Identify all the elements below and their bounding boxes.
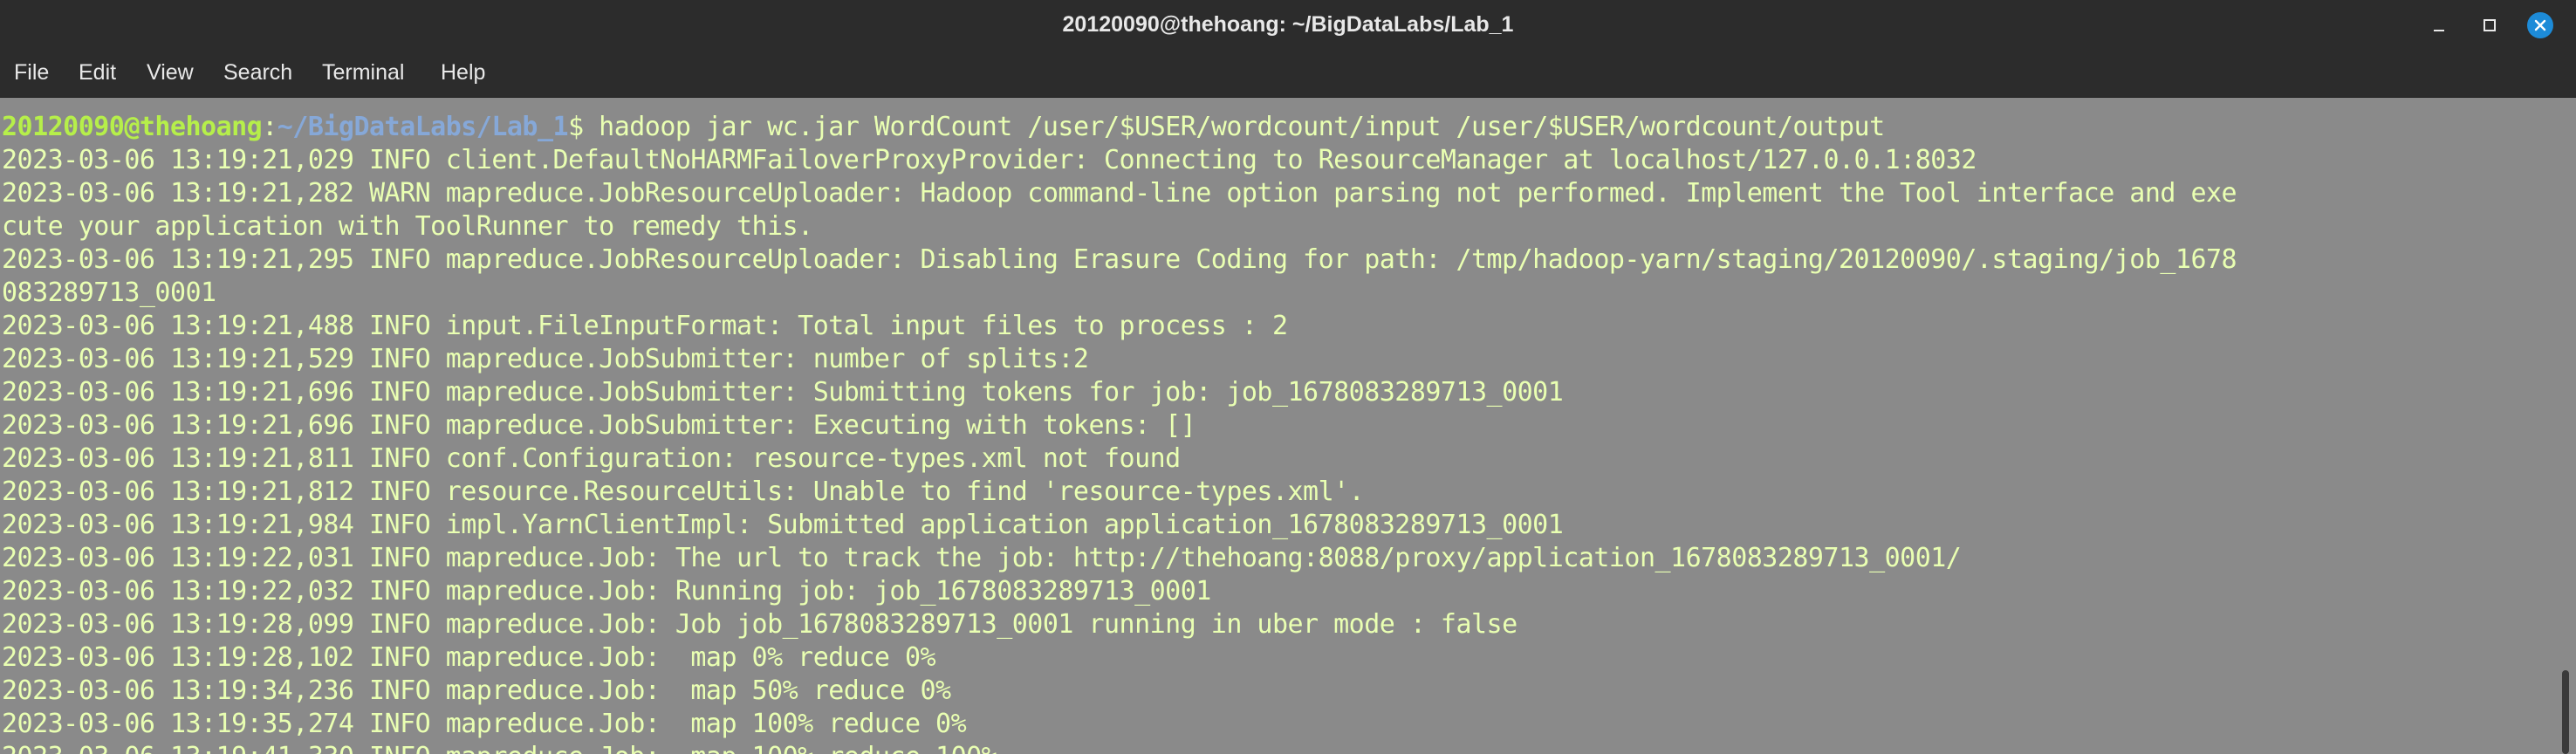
terminal-window: 20120090@thehoang: ~/BigDataLabs/Lab_1 F… xyxy=(0,0,2576,754)
menu-file[interactable]: File xyxy=(14,60,49,86)
maximize-icon xyxy=(2484,19,2496,31)
window-title: 20120090@thehoang: ~/BigDataLabs/Lab_1 xyxy=(1062,12,1514,37)
prompt-user-host: 20120090@thehoang xyxy=(2,112,263,142)
log-line: 2023-03-06 13:19:21,488 INFO input.FileI… xyxy=(2,311,1288,341)
log-line: 2023-03-06 13:19:21,282 WARN mapreduce.J… xyxy=(2,178,2237,209)
menu-search[interactable]: Search xyxy=(223,60,292,86)
prompt-symbol: $ xyxy=(568,112,599,142)
log-line: 2023-03-06 13:19:35,274 INFO mapreduce.J… xyxy=(2,709,967,739)
log-line: 2023-03-06 13:19:41,330 INFO mapreduce.J… xyxy=(2,741,997,754)
minimize-icon xyxy=(2434,30,2444,31)
prompt-path: ~/BigDataLabs/Lab_1 xyxy=(277,112,569,142)
log-line: 2023-03-06 13:19:21,696 INFO mapreduce.J… xyxy=(2,410,1196,441)
log-line: 2023-03-06 13:19:28,102 INFO mapreduce.J… xyxy=(2,642,936,673)
menu-edit[interactable]: Edit xyxy=(79,60,116,86)
menu-view[interactable]: View xyxy=(147,60,194,86)
log-line: 2023-03-06 13:19:28,099 INFO mapreduce.J… xyxy=(2,609,1518,640)
log-line: 2023-03-06 13:19:21,696 INFO mapreduce.J… xyxy=(2,377,1564,408)
prompt-line: 20120090@thehoang:~/BigDataLabs/Lab_1$ h… xyxy=(2,111,1885,144)
log-line: 2023-03-06 13:19:21,295 INFO mapreduce.J… xyxy=(2,244,2237,275)
log-line: 2023-03-06 13:19:21,812 INFO resource.Re… xyxy=(2,476,1365,507)
log-line: 2023-03-06 13:19:21,029 INFO client.Defa… xyxy=(2,145,1977,175)
log-line: 2023-03-06 13:19:21,529 INFO mapreduce.J… xyxy=(2,344,1089,374)
log-line: cute your application with ToolRunner to… xyxy=(2,211,813,242)
menu-bar: File Edit View Search Terminal Help xyxy=(0,50,2576,98)
terminal-output[interactable]: 20120090@thehoang:~/BigDataLabs/Lab_1$ h… xyxy=(0,98,2576,754)
log-line: 2023-03-06 13:19:22,031 INFO mapreduce.J… xyxy=(2,543,1962,573)
menu-help[interactable]: Help xyxy=(441,60,485,86)
title-bar[interactable]: 20120090@thehoang: ~/BigDataLabs/Lab_1 xyxy=(0,0,2576,50)
log-line: 2023-03-06 13:19:21,984 INFO impl.YarnCl… xyxy=(2,510,1564,540)
maximize-button[interactable] xyxy=(2477,12,2503,38)
log-line: 2023-03-06 13:19:34,236 INFO mapreduce.J… xyxy=(2,675,951,706)
minimize-button[interactable] xyxy=(2426,12,2452,38)
log-line: 2023-03-06 13:19:22,032 INFO mapreduce.J… xyxy=(2,576,1211,607)
menu-terminal[interactable]: Terminal xyxy=(322,60,404,86)
close-icon xyxy=(2534,19,2546,31)
log-line: 083289713_0001 xyxy=(2,278,216,308)
vertical-scrollbar[interactable] xyxy=(2562,670,2569,754)
prompt-separator: : xyxy=(262,112,277,142)
close-button[interactable] xyxy=(2527,12,2553,38)
prompt-command: hadoop jar wc.jar WordCount /user/$USER/… xyxy=(599,112,1885,142)
log-line: 2023-03-06 13:19:21,811 INFO conf.Config… xyxy=(2,443,1181,474)
